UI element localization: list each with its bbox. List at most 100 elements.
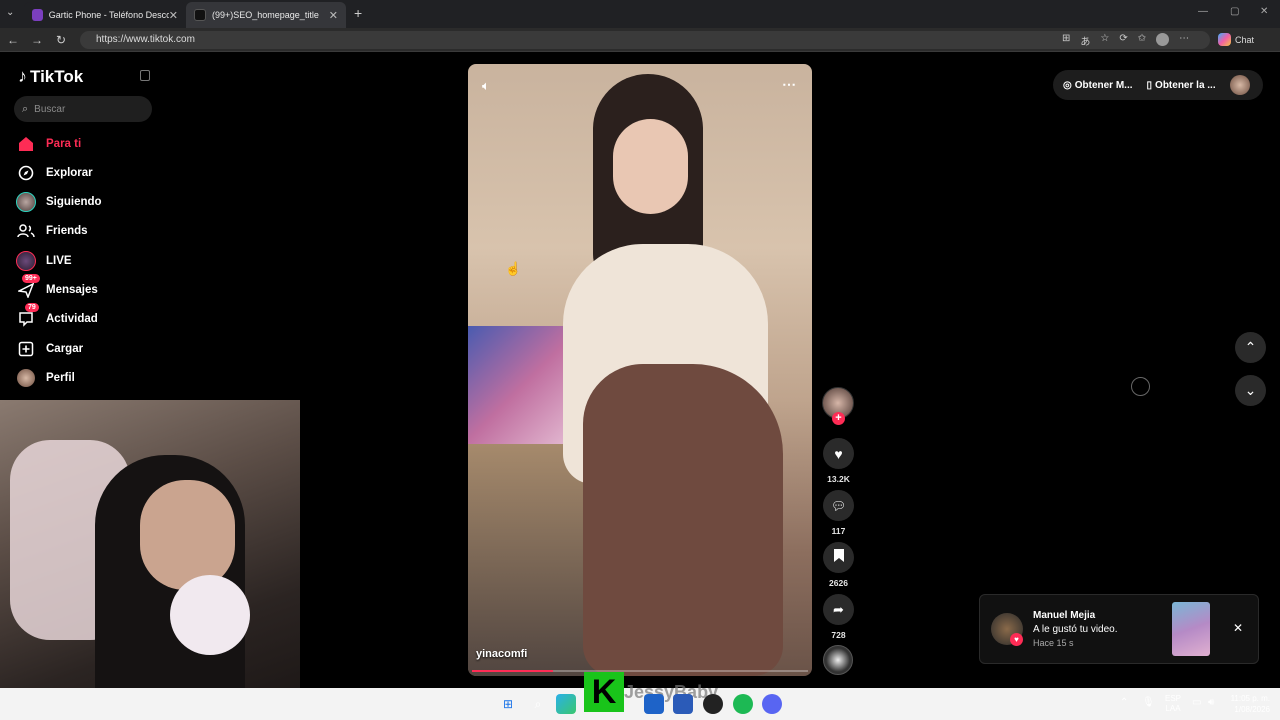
tiktok-logo[interactable]: ♪ TikTok [18,66,83,87]
activity-icon: 79 [16,303,39,329]
sidebar-item-friends[interactable]: Friends [16,218,88,244]
clock[interactable]: 11:05 p. m. 1/08/2026 [1226,693,1270,715]
tiktok-favicon-icon [194,9,206,21]
tab-tiktok[interactable]: (99+)SEO_homepage_title ✕ [186,2,346,28]
app-label: Obtener la ... [1155,79,1216,91]
close-icon[interactable]: ✕ [1233,621,1243,635]
sidebar-item-perfil[interactable]: Perfil [16,365,75,391]
edge-icon[interactable] [556,694,576,714]
activity-badge: 79 [25,303,39,312]
sidebar-item-actividad[interactable]: 79 Actividad [16,303,98,332]
language-indicator[interactable]: ESP LAA [1165,694,1181,714]
notification-thumbnail[interactable] [1172,602,1210,656]
face-shape [613,119,688,214]
sidebar-item-para-ti[interactable]: Para ti [16,131,81,157]
volume-icon[interactable]: 🔈︎ [482,78,490,94]
url-input[interactable]: https://www.tiktok.com [80,31,1210,49]
window-close-icon[interactable]: ✕ [1260,6,1268,17]
video-username[interactable]: yinacomfi [476,648,527,660]
monitor-shape [468,326,578,446]
next-video-button[interactable]: ⌄ [1235,375,1266,406]
app-icon[interactable] [703,694,723,714]
sidebar-item-label: Para ti [46,138,82,150]
share-button[interactable]: ➦ [823,594,854,625]
webcam-overlay [0,400,300,720]
video-player[interactable]: 🔈︎ ⋯ yinacomfi [468,64,812,676]
notification-time: Hace 15 s [1033,638,1074,648]
follow-plus-icon[interactable]: + [832,412,845,425]
k-logo-overlay: K [584,672,624,712]
sidebar-item-cargar[interactable]: Cargar [16,336,83,362]
tab-gartic-phone[interactable]: Gartic Phone - Teléfono Descomp ✕ [24,2,186,28]
sidebar-item-mensajes[interactable]: 99+ Mensajes [16,274,98,303]
outlook-icon[interactable] [644,694,664,714]
mic-icon[interactable]: 🎙︎ [1142,697,1155,708]
sidebar-item-label: LIVE [46,255,72,267]
taskbar-search-icon[interactable]: ⌕ [528,694,548,714]
share-icon: ➦ [833,601,844,617]
forward-icon[interactable]: → [29,32,45,48]
back-icon[interactable]: ← [5,32,21,48]
tab-title: (99+)SEO_homepage_title [212,10,319,20]
chat-label: Chat [1235,34,1255,45]
sidebar-item-siguiendo[interactable]: Siguiendo [16,189,102,215]
profile-icon[interactable] [1156,33,1170,46]
volume-tray-icon[interactable]: 🔊︎ [1208,697,1214,708]
chevron-down-icon: ⌄ [1244,382,1257,398]
comment-count: 117 [831,526,846,536]
sidebar-item-label: Actividad [46,313,98,325]
collapse-sidebar-icon[interactable] [140,70,150,81]
get-coins-button[interactable]: ◎ Obtener M... [1063,80,1133,91]
extensions-icon[interactable]: ⟳ [1119,33,1127,48]
store-icon[interactable] [673,694,693,714]
tray-chevron-up-icon[interactable]: ⌃ [1120,697,1128,708]
favorite-star-icon[interactable]: ☆ [1100,33,1109,48]
tab-list-icon[interactable]: ⌄ [6,7,14,18]
following-avatar-icon [16,192,36,212]
favorites-icon[interactable]: ✩ [1138,33,1146,48]
comment-button[interactable]: 💬︎ [823,490,854,521]
app-icon[interactable]: ⊞ [1062,33,1070,48]
previous-video-button[interactable]: ⌃ [1235,332,1266,363]
spotify-icon[interactable] [733,694,753,714]
maximize-icon[interactable]: ▢ [1230,6,1239,17]
windows-start-icon[interactable]: ⊞ [498,694,518,714]
coin-icon: ◎ [1063,79,1072,91]
notification-name: Manuel Mejia [1033,610,1096,621]
tab-title: Gartic Phone - Teléfono Descomp [48,10,169,20]
translate-icon[interactable]: あ [1080,33,1090,48]
live-icon [16,251,36,271]
more-options-icon[interactable]: ⋯ [782,76,796,93]
heart-badge-icon: ♥ [1010,633,1023,646]
progress-track[interactable] [472,670,808,672]
progress-fill [472,670,553,672]
more-icon[interactable]: ⋯ [1179,33,1189,48]
phone-icon: ▯ [1146,79,1153,91]
close-icon[interactable]: ✕ [329,9,338,22]
minimize-icon[interactable]: — [1198,6,1208,17]
copilot-chat-button[interactable]: Chat [1218,33,1254,46]
save-button[interactable] [823,542,854,573]
get-app-button[interactable]: ▯ Obtener la ... [1147,80,1216,91]
upload-icon [16,339,36,359]
bookmark-icon [833,548,844,567]
discord-icon[interactable] [762,694,782,714]
music-disc-icon[interactable] [823,645,853,675]
chevron-up-icon: ⌃ [1244,339,1257,355]
like-button[interactable]: ♥ [823,438,854,469]
new-tab-icon[interactable]: + [354,5,362,21]
notification-toast[interactable]: ♥ Manuel Mejia A le gustó tu video. Hace… [979,594,1259,664]
microphone-shape [170,575,250,655]
search-input[interactable]: ⌕ Buscar [14,96,152,122]
close-icon[interactable]: ✕ [169,9,178,22]
sidebar-item-explorar[interactable]: Explorar [16,160,93,186]
lang-primary: ESP [1165,694,1182,703]
user-avatar[interactable] [1230,75,1250,95]
sidebar-item-label: Siguiendo [46,196,102,208]
network-icon[interactable]: ▭ [1192,697,1201,708]
copilot-icon [1218,33,1231,46]
clock-date: 1/08/2026 [1234,705,1270,714]
reload-icon[interactable]: ↻ [53,32,69,48]
sidebar-item-live[interactable]: LIVE [16,248,72,274]
sidebar-item-label: Friends [46,225,88,237]
